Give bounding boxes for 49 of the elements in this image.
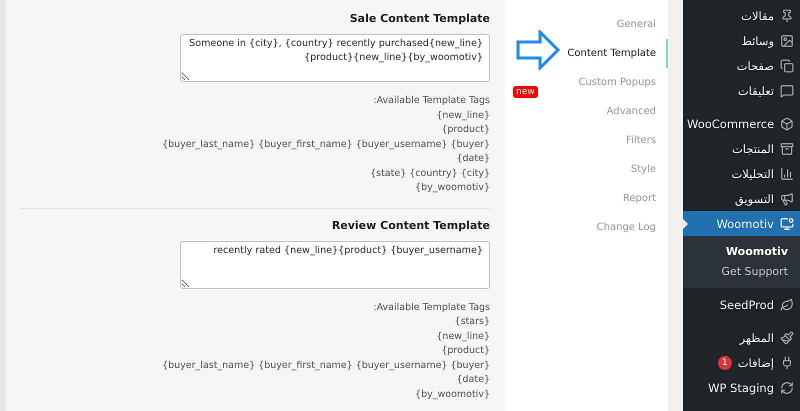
- leaf-icon: [780, 298, 794, 312]
- arrow-icon: [516, 30, 560, 70]
- admin-menu-item[interactable]: مقالات: [683, 3, 800, 28]
- admin-menu-item[interactable]: SeedProd: [683, 292, 800, 317]
- plug-icon: [780, 356, 794, 370]
- template-tag: {stars}: [454, 315, 490, 330]
- bar-chart-icon: [780, 166, 794, 180]
- admin-menu-item[interactable]: المنتجات: [683, 136, 800, 161]
- template-tag: {buyer_last_name} {buyer_first_name} {buyer_username} {buyer}: [162, 358, 490, 373]
- nav-tab[interactable]: Custom Popups new: [505, 68, 668, 97]
- new-badge: new: [513, 86, 538, 98]
- box-icon: [780, 116, 794, 130]
- template-tag: {by_woomotiv}: [415, 388, 490, 402]
- archive-icon: [780, 142, 794, 156]
- template-tag: {new_line}: [436, 108, 490, 123]
- monitor-icon: [780, 216, 794, 230]
- submenu-item[interactable]: Woomotiv: [683, 242, 800, 262]
- pin-icon: [780, 8, 794, 22]
- admin-menu-item[interactable]: WooCommerce: [683, 111, 800, 136]
- admin-menu-item[interactable]: المظهر: [683, 325, 800, 350]
- template-tag: {product}: [441, 123, 490, 138]
- admin-menu-item[interactable]: صفحات: [683, 53, 800, 78]
- template-tag: {buyer_last_name} {buyer_first_name} {buyer_username} {buyer}: [162, 138, 490, 152]
- section-title: Sale Content Template: [350, 12, 490, 25]
- template-tag: {by_woomotiv}: [415, 181, 490, 196]
- pages-icon: [780, 58, 794, 72]
- media-icon: [780, 34, 794, 48]
- admin-menu-item[interactable]: التسويق: [683, 186, 800, 211]
- megaphone-icon: [780, 192, 794, 206]
- admin-menu-item[interactable]: وسائط: [683, 28, 800, 53]
- count-badge: 1: [718, 356, 732, 370]
- input-field[interactable]: Someone in {city}, {country} recently purchased{new_line}{product}{new_line}{by_woomotiv}: [180, 34, 490, 82]
- template-tag: {date}: [456, 373, 490, 388]
- tags-label: Available Template Tags:: [373, 300, 490, 314]
- input-field[interactable]: recently rated {new_line}{product} {buyer_username}: [180, 240, 490, 288]
- paintbrush-icon: [780, 330, 794, 344]
- admin-menu-item[interactable]: Woomotiv: [683, 211, 800, 236]
- admin-menu-item[interactable]: التحليلات: [683, 161, 800, 186]
- section-title: Review Content Template: [332, 218, 490, 232]
- template-tag: {date}: [456, 152, 490, 166]
- admin-menu-item[interactable]: WP Staging: [683, 375, 800, 400]
- speech-bubble-icon: [780, 84, 794, 98]
- template-tag: {new_line}: [436, 330, 490, 344]
- template-tag: {state} {country} {city}: [370, 166, 490, 181]
- tags-label: Available Template Tags:: [373, 94, 490, 108]
- refresh-icon: [780, 380, 794, 394]
- admin-menu-item[interactable]: تعليقات: [683, 78, 800, 103]
- template-tag: {product}: [441, 344, 490, 358]
- submenu-item[interactable]: Get Support: [683, 262, 800, 282]
